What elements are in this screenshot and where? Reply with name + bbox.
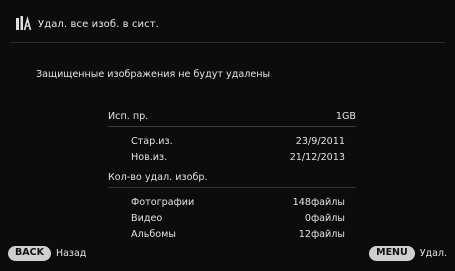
new-date-label: Нов.из. bbox=[131, 151, 168, 163]
menu-button[interactable]: MENU bbox=[369, 246, 415, 261]
trash-icon bbox=[16, 15, 32, 31]
screen-title: Удал. все изоб. в сист. bbox=[38, 18, 159, 30]
footer: BACK Назад MENU Удал. bbox=[0, 244, 455, 264]
used-space-value: 1GB bbox=[335, 110, 356, 122]
delete-count-heading: Кол-во удал. изобр. bbox=[108, 171, 208, 183]
header-divider bbox=[10, 42, 445, 43]
delete-all-images-screen: Удал. все изоб. в сист. Защищенные изобр… bbox=[0, 0, 455, 271]
back-control[interactable]: BACK Назад bbox=[8, 246, 86, 261]
delete-count-heading-row: Кол-во удал. изобр. bbox=[108, 169, 356, 185]
divider bbox=[108, 126, 356, 127]
back-button[interactable]: BACK bbox=[8, 246, 51, 261]
header: Удал. все изоб. в сист. bbox=[14, 14, 159, 34]
new-date-value: 21/12/2013 bbox=[289, 151, 345, 163]
video-row: Видео 0файлы bbox=[108, 210, 356, 226]
info-panel: Исп. пр. 1GB Стар.из. 23/9/2011 Нов.из. … bbox=[108, 108, 356, 242]
divider bbox=[108, 187, 356, 188]
video-label: Видео bbox=[131, 212, 163, 224]
new-date-row: Нов.из. 21/12/2013 bbox=[108, 149, 356, 165]
old-date-row: Стар.из. 23/9/2011 bbox=[108, 133, 356, 149]
back-label: Назад bbox=[55, 248, 87, 259]
photos-label: Фотографии bbox=[131, 196, 195, 208]
old-date-label: Стар.из. bbox=[131, 135, 173, 147]
delete-label: Удал. bbox=[419, 248, 447, 259]
video-value: 0файлы bbox=[304, 212, 345, 224]
albums-row: Альбомы 12файлы bbox=[108, 226, 356, 242]
albums-value: 12файлы bbox=[298, 228, 345, 240]
photos-value: 148файлы bbox=[292, 196, 345, 208]
photos-row: Фотографии 148файлы bbox=[108, 194, 356, 210]
delete-control[interactable]: MENU Удал. bbox=[369, 246, 447, 261]
used-space-label: Исп. пр. bbox=[108, 110, 149, 122]
protected-images-notice: Защищенные изображения не будут удалены bbox=[36, 69, 271, 80]
old-date-value: 23/9/2011 bbox=[295, 135, 345, 147]
albums-label: Альбомы bbox=[131, 228, 176, 240]
used-space-row: Исп. пр. 1GB bbox=[108, 108, 356, 124]
